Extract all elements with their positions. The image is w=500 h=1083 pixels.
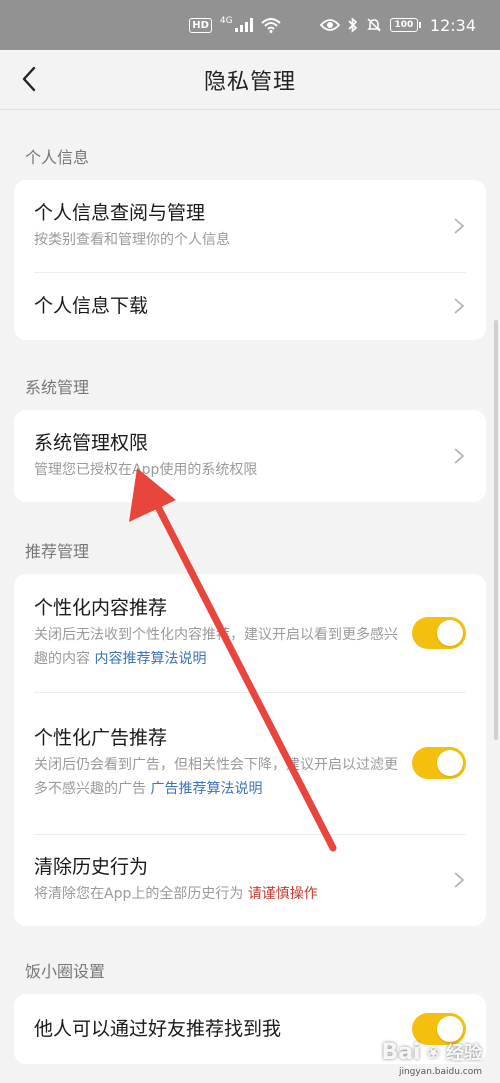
- status-right: 100 12:34: [319, 15, 476, 35]
- row-title: 个性化广告推荐: [34, 727, 168, 749]
- network-label: 4G: [219, 16, 233, 26]
- row-desc: 按类别查看和管理你的个人信息: [34, 232, 230, 248]
- desc-text: 关闭后无法收到个性化内容推荐，建议开启以看到更多感兴趣的内容: [34, 627, 398, 667]
- section-title-circle: 饭小圈设置: [25, 962, 106, 981]
- back-arrow-icon: [22, 66, 36, 92]
- hd-badge: HD: [189, 17, 212, 33]
- scrollbar[interactable]: [494, 320, 498, 740]
- row-title: 系统管理权限: [34, 432, 149, 454]
- row-text: 个人信息下载: [34, 273, 442, 339]
- row-personal-info-download[interactable]: 个人信息下载: [14, 272, 486, 340]
- row-desc: 关闭后无法收到个性化内容推荐，建议开启以看到更多感兴趣的内容 内容推荐算法说明: [34, 623, 398, 671]
- row-text: 个性化广告推荐 关闭后仍会看到广告，但相关性会下降，建议开启以过滤更多不感兴趣的…: [34, 705, 398, 821]
- watermark-brand: Bai: [381, 1039, 421, 1065]
- mute-bell-icon: [367, 18, 381, 32]
- row-title: 个人信息下载: [34, 295, 149, 317]
- desc-text: 将清除您在App上的全部历史行为: [34, 886, 244, 902]
- battery-icon: 100: [389, 18, 421, 32]
- ad-algorithm-link[interactable]: 广告推荐算法说明: [150, 781, 262, 797]
- card-recommend: 个性化内容推荐 关闭后无法收到个性化内容推荐，建议开启以看到更多感兴趣的内容 内…: [14, 574, 486, 926]
- row-desc: 管理您已授权在App使用的系统权限: [34, 462, 258, 478]
- page-title: 隐私管理: [203, 69, 296, 95]
- paw-icon: ❀: [426, 1042, 440, 1062]
- row-desc: 将清除您在App上的全部历史行为 请谨慎操作: [34, 882, 442, 906]
- row-text: 系统管理权限 管理您已授权在App使用的系统权限: [34, 410, 442, 502]
- wifi-icon: [260, 18, 281, 33]
- nav-bar: 隐私管理: [0, 50, 500, 110]
- row-personal-info-manage[interactable]: 个人信息查阅与管理 按类别查看和管理你的个人信息: [14, 180, 486, 272]
- card-system: 系统管理权限 管理您已授权在App使用的系统权限: [14, 410, 486, 502]
- watermark-sub: jingyan.baidu.com: [398, 1067, 482, 1077]
- toggle-knob: [437, 620, 463, 646]
- row-title: 个人信息查阅与管理: [34, 202, 206, 224]
- row-ad-recommend: 个性化广告推荐 关闭后仍会看到广告，但相关性会下降，建议开启以过滤更多不感兴趣的…: [14, 692, 486, 834]
- row-system-permissions[interactable]: 系统管理权限 管理您已授权在App使用的系统权限: [14, 410, 486, 502]
- status-time: 12:34: [429, 15, 476, 35]
- warning-text: 请谨慎操作: [247, 886, 318, 902]
- chevron-right-icon: [454, 218, 465, 234]
- baidu-watermark: Bai ❀ 经验 jingyan.baidu.com: [381, 1039, 482, 1078]
- section-title-personal-info: 个人信息: [25, 148, 90, 167]
- row-desc: 关闭后仍会看到广告，但相关性会下降，建议开启以过滤更多不感兴趣的广告 广告推荐算…: [34, 753, 398, 801]
- ad-recommend-toggle[interactable]: [412, 747, 466, 779]
- row-text: 他人可以通过好友推荐找到我: [34, 996, 398, 1062]
- card-personal-info: 个人信息查阅与管理 按类别查看和管理你的个人信息 个人信息下载: [14, 180, 486, 340]
- battery-level: 100: [394, 20, 414, 30]
- row-text: 清除历史行为 将清除您在App上的全部历史行为 请谨慎操作: [34, 834, 442, 926]
- row-text: 个人信息查阅与管理 按类别查看和管理你的个人信息: [34, 180, 442, 272]
- status-bar: HD 4G 100 12:34: [0, 0, 500, 50]
- status-left: HD 4G: [0, 16, 320, 33]
- toggle-knob: [437, 750, 463, 776]
- back-button[interactable]: [14, 64, 44, 94]
- settings-content: 个人信息 个人信息查阅与管理 按类别查看和管理你的个人信息 个人信息下载 系统管…: [0, 110, 500, 1064]
- eye-icon: [319, 19, 340, 31]
- chevron-right-icon: [454, 872, 465, 888]
- content-recommend-toggle[interactable]: [412, 617, 466, 649]
- row-text: 个性化内容推荐 关闭后无法收到个性化内容推荐，建议开启以看到更多感兴趣的内容 内…: [34, 575, 398, 691]
- chevron-right-icon: [454, 298, 465, 314]
- row-title: 清除历史行为: [34, 856, 149, 878]
- row-content-recommend: 个性化内容推荐 关闭后无法收到个性化内容推荐，建议开启以看到更多感兴趣的内容 内…: [14, 574, 486, 692]
- row-title: 他人可以通过好友推荐找到我: [34, 1018, 282, 1040]
- chevron-right-icon: [454, 448, 465, 464]
- row-title: 个性化内容推荐: [34, 597, 168, 619]
- row-clear-history[interactable]: 清除历史行为 将清除您在App上的全部历史行为 请谨慎操作: [14, 834, 486, 926]
- signal-icon: [234, 18, 253, 32]
- content-algorithm-link[interactable]: 内容推荐算法说明: [94, 651, 206, 667]
- section-title-system: 系统管理: [25, 378, 90, 397]
- section-title-recommend: 推荐管理: [25, 542, 90, 561]
- watermark-suffix: 经验: [446, 1043, 482, 1064]
- bluetooth-icon: [348, 17, 358, 33]
